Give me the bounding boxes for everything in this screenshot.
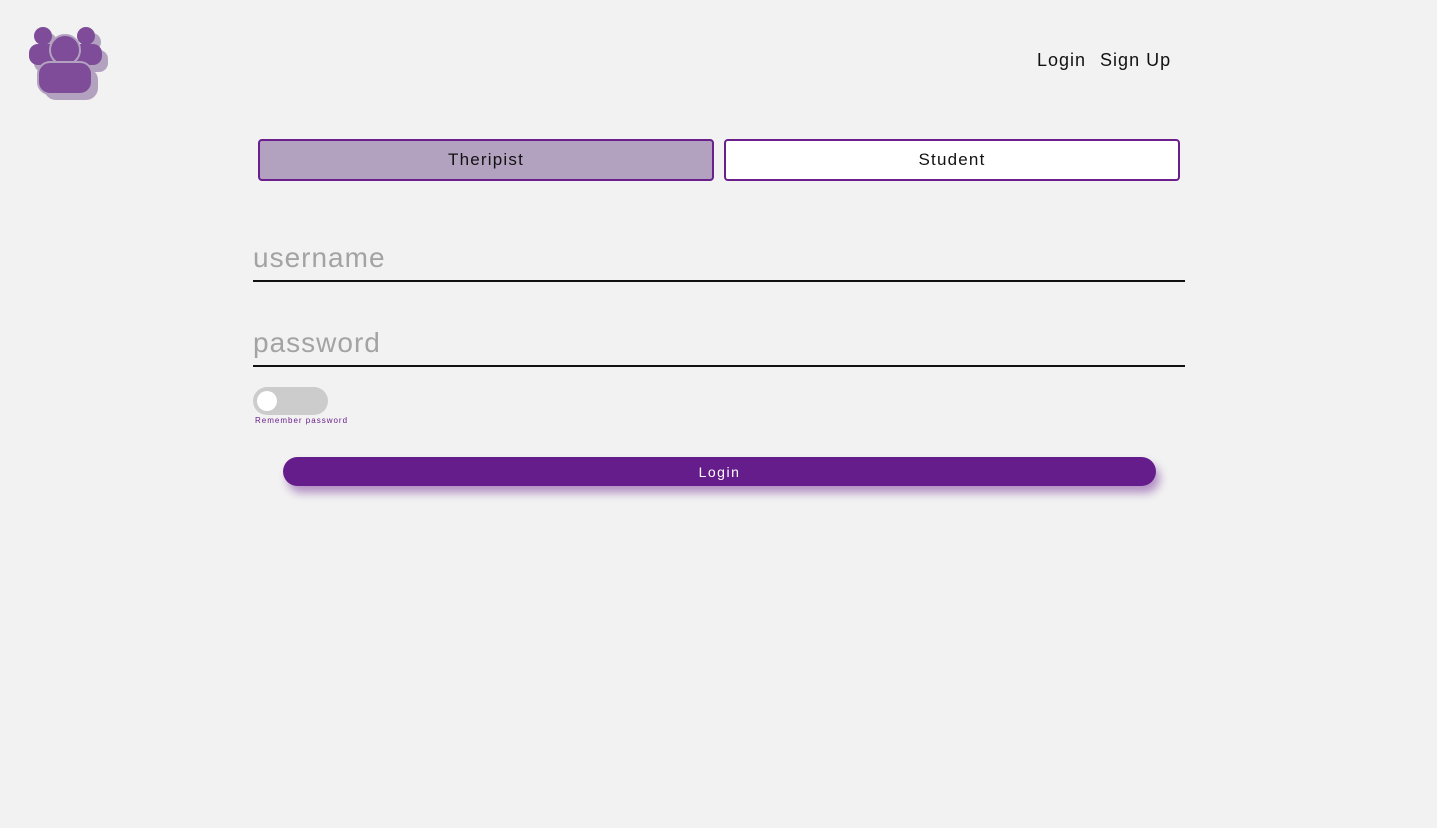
nav-login-link[interactable]: Login bbox=[1030, 49, 1093, 71]
student-role-button[interactable]: Student bbox=[724, 139, 1180, 181]
therapist-role-button[interactable]: Theripist bbox=[258, 139, 714, 181]
password-input[interactable] bbox=[253, 321, 1185, 367]
nav-signup-link[interactable]: Sign Up bbox=[1093, 49, 1178, 71]
login-submit-button[interactable]: Login bbox=[283, 457, 1156, 486]
toggle-knob bbox=[257, 391, 277, 411]
remember-password-label: Remember password bbox=[255, 416, 349, 425]
logo-group-icon bbox=[28, 24, 110, 102]
username-input[interactable] bbox=[253, 236, 1185, 282]
role-toggle: Theripist Student bbox=[258, 139, 1180, 181]
top-nav: Login Sign Up bbox=[1030, 49, 1178, 71]
remember-password-toggle[interactable] bbox=[253, 387, 328, 415]
